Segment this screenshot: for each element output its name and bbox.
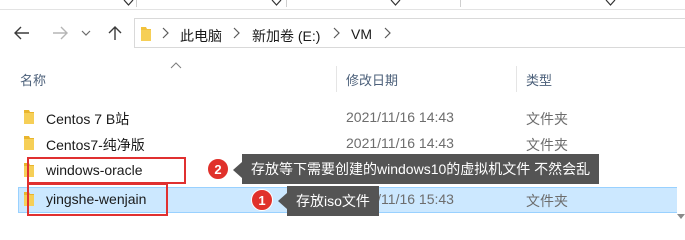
annotation-tooltip-1: 存放iso文件 [287,186,379,216]
chevron-down-icon[interactable] [123,0,134,6]
divider [336,66,337,92]
tooltip-arrow [278,193,287,209]
divider [286,0,287,7]
column-header: 名称 修改日期 类型 [0,62,685,92]
chevron-down-icon[interactable] [271,0,282,6]
chevron-right-icon[interactable] [331,27,341,39]
folder-icon [24,136,34,150]
forward-button[interactable] [49,22,71,44]
breadcrumb-vm[interactable]: VM [351,26,372,42]
chevron-right-icon[interactable] [382,27,392,39]
sort-ascending-icon [170,62,182,69]
divider [460,0,461,7]
arrow-left-icon [14,26,29,40]
file-type: 文件夹 [526,111,568,127]
address-bar[interactable]: 此电脑 新加卷 (E:) VM [134,18,685,48]
file-date: 2021/11/16 14:43 [346,135,454,151]
tooltip-arrow [233,162,242,178]
file-type: 文件夹 [526,193,568,209]
annotation-badge-2: 2 [207,158,229,180]
back-button[interactable] [11,22,33,44]
column-type-header[interactable]: 类型 [526,70,552,89]
highlight-box-yingshe-wenjain [27,183,168,216]
recent-locations-button[interactable] [79,22,93,44]
up-button[interactable] [104,22,126,44]
arrow-up-icon [108,26,122,40]
list-item[interactable]: Centos7-纯净版 2021/11/16 14:43 文件夹 [0,131,685,155]
annotation-tooltip-2: 存放等下需要创建的windows10的虚拟机文件 不然会乱 [242,154,600,184]
chevron-down-icon[interactable] [605,0,616,6]
divider [516,66,517,92]
folder-icon [24,110,34,124]
highlight-box-windows-oracle [27,157,186,184]
folder-icon [141,27,151,41]
chevron-down-icon [81,30,91,36]
annotation-badge-1: 1 [251,189,273,211]
chevron-down-icon[interactable] [390,0,401,6]
breadcrumb-drive[interactable]: 新加卷 (E:) [252,26,320,46]
scroll-down-icon[interactable] [677,214,685,220]
file-name: Centos7-纯净版 [46,137,145,153]
navigation-bar: 此电脑 新加卷 (E:) VM [0,10,685,54]
ribbon-strip [0,0,685,10]
column-name-header[interactable]: 名称 [20,70,46,89]
column-date-header[interactable]: 修改日期 [346,70,398,89]
list-item[interactable]: Centos 7 B站 2021/11/16 14:43 文件夹 [0,105,685,129]
chevron-right-icon[interactable] [231,27,241,39]
file-type: 文件夹 [526,137,568,153]
chevron-right-icon[interactable] [160,27,170,39]
breadcrumb-this-pc[interactable]: 此电脑 [180,26,222,46]
vertical-scrollbar[interactable] [677,62,685,220]
arrow-right-icon [53,26,68,40]
file-name: Centos 7 B站 [46,111,130,127]
divider [136,0,137,7]
file-date: 2021/11/16 14:43 [346,109,454,125]
